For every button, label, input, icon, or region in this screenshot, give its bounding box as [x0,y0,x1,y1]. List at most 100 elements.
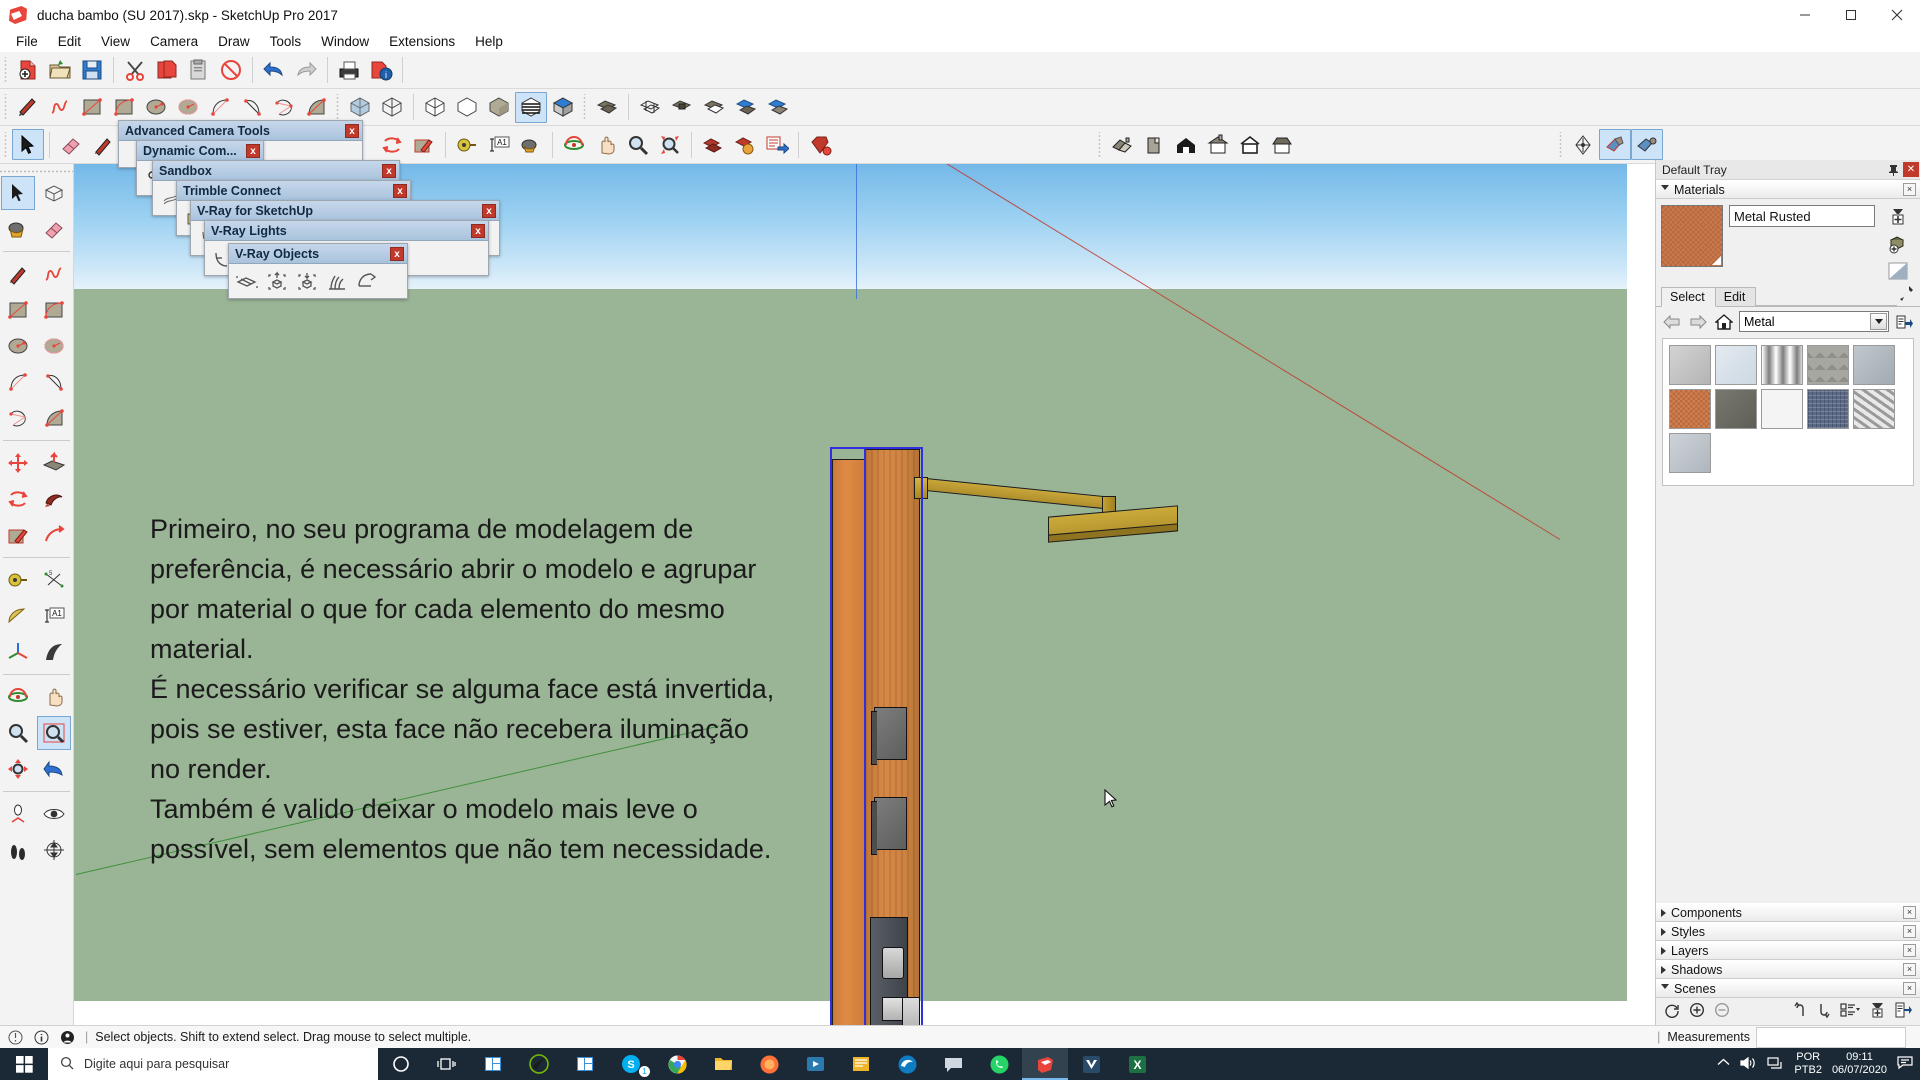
material-swatch[interactable] [1715,345,1757,385]
show-details-icon[interactable] [1895,1002,1912,1021]
material-swatch[interactable] [1853,345,1895,385]
task-view-icon[interactable] [424,1048,470,1080]
style-hidden-line-button[interactable] [419,92,451,123]
tab-select[interactable]: Select [1661,287,1716,307]
view-back-button[interactable] [1234,129,1266,160]
cut-button[interactable] [119,55,151,86]
material-swatch[interactable] [1761,345,1803,385]
push-pull-tool[interactable] [37,446,71,480]
arc-tool-button[interactable] [204,92,236,123]
tray-close-button[interactable]: ✕ [1903,162,1919,177]
position-camera-button[interactable] [1567,129,1599,160]
two-point-arc-tool-button[interactable] [236,92,268,123]
close-icon[interactable]: x [393,183,407,198]
firefox-icon[interactable] [746,1048,792,1080]
style-shaded-texture-button[interactable] [483,92,515,123]
material-swatch[interactable] [1853,389,1895,429]
toolbar-grip[interactable] [581,94,589,120]
arc-tool[interactable] [1,365,35,399]
current-material-swatch[interactable] [1661,205,1723,267]
share-model-button[interactable] [761,129,793,160]
display-section-planes-button[interactable] [634,92,666,123]
pie-tool-button[interactable] [300,92,332,123]
vray-infinite-plane-button[interactable] [232,267,262,295]
style-wireframe-button[interactable] [376,92,408,123]
sidebar-item-scenes[interactable]: Scenes × [1656,979,1920,998]
menu-file[interactable]: File [6,31,48,52]
material-sample-button[interactable] [1884,232,1912,256]
floating-toolbar-titlebar[interactable]: V-Ray for SketchUp x [191,201,499,221]
model-info-button[interactable]: i [365,55,397,86]
floating-toolbar-titlebar[interactable]: Dynamic Com... x [137,141,263,161]
close-icon[interactable]: × [1903,906,1916,919]
minimize-button[interactable] [1782,0,1828,30]
details-icon[interactable] [1893,312,1915,332]
show-hidden-icons-icon[interactable] [1717,1058,1730,1070]
material-swatch[interactable] [1761,389,1803,429]
zoom-extents-tool[interactable] [1,752,35,786]
close-icon[interactable]: x [471,223,485,238]
vray-clipper-button[interactable] [352,267,382,295]
open-document-button[interactable] [44,55,76,86]
rotate-tool[interactable] [1,482,35,516]
zoom-tool[interactable] [1,716,35,750]
plus-circle-icon[interactable] [1689,1002,1705,1021]
paint-bucket-tool[interactable] [1,212,35,246]
view-top-button[interactable] [1138,129,1170,160]
rotated-rectangle-tool-button[interactable] [108,92,140,123]
three-point-arc-tool-button[interactable] [268,92,300,123]
axes-tool[interactable] [1,635,35,669]
rectangle-tool[interactable] [1,293,35,327]
view-iso-button[interactable] [1106,129,1138,160]
floating-toolbar-titlebar[interactable]: Trimble Connect x [177,181,410,201]
two-point-arc-tool[interactable] [37,365,71,399]
view-front-button[interactable] [1170,129,1202,160]
language-indicator[interactable]: POR PTB2 [1794,1051,1822,1077]
pie-tool[interactable] [37,401,71,435]
zoom-extents-button[interactable] [654,129,686,160]
freehand-tool-button[interactable] [44,92,76,123]
file-explorer-blue-icon[interactable] [470,1048,516,1080]
menu-draw[interactable]: Draw [208,31,260,52]
sketchup-taskbar-icon[interactable] [1022,1048,1068,1080]
three-point-arc-tool[interactable] [1,401,35,435]
look-around-button[interactable] [1598,129,1631,160]
sidebar-item-components[interactable]: Components × [1656,903,1920,922]
close-icon[interactable]: x [382,163,396,178]
material-swatch[interactable] [1669,345,1711,385]
style-shaded-button[interactable] [451,92,483,123]
redo-button[interactable] [290,55,322,86]
close-icon[interactable]: × [1903,982,1916,995]
protractor-tool[interactable] [1,599,35,633]
notes-icon[interactable] [838,1048,884,1080]
skype-icon[interactable]: S 1 [608,1048,654,1080]
zoom-tool-button[interactable] [622,129,654,160]
3d-text-tool[interactable] [37,635,71,669]
section-plane-tool[interactable] [37,833,71,867]
view-left-button[interactable] [1266,129,1298,160]
offset-tool[interactable] [37,518,71,552]
back-arrow-icon[interactable] [1661,312,1683,332]
tape-measure-button[interactable] [451,129,483,160]
position-camera-tool[interactable] [1,797,35,831]
vray-objects-toolbar[interactable]: V-Ray Objects x [228,243,408,299]
pencil-tool-button[interactable] [87,129,119,160]
style-back-edges-button[interactable] [547,92,579,123]
refresh-icon[interactable] [1664,1002,1680,1021]
paint-bucket-button[interactable] [515,129,547,160]
toolbar-grip[interactable] [334,94,342,120]
section-toggle-a-button[interactable] [730,92,762,123]
floating-toolbar-titlebar[interactable]: V-Ray Objects x [229,244,407,264]
eraser-tool[interactable] [37,212,71,246]
display-section-fill-button[interactable] [698,92,730,123]
section-toggle-b-button[interactable] [762,92,794,123]
store-icon[interactable] [562,1048,608,1080]
freehand-tool[interactable] [37,257,71,291]
print-button[interactable] [333,55,365,86]
scale-tool[interactable] [1,518,35,552]
sidebar-item-shadows[interactable]: Shadows × [1656,960,1920,979]
select-tool[interactable] [1,176,35,210]
close-icon[interactable]: x [390,246,404,261]
move-tool[interactable] [1,446,35,480]
account-icon[interactable] [56,1027,78,1047]
